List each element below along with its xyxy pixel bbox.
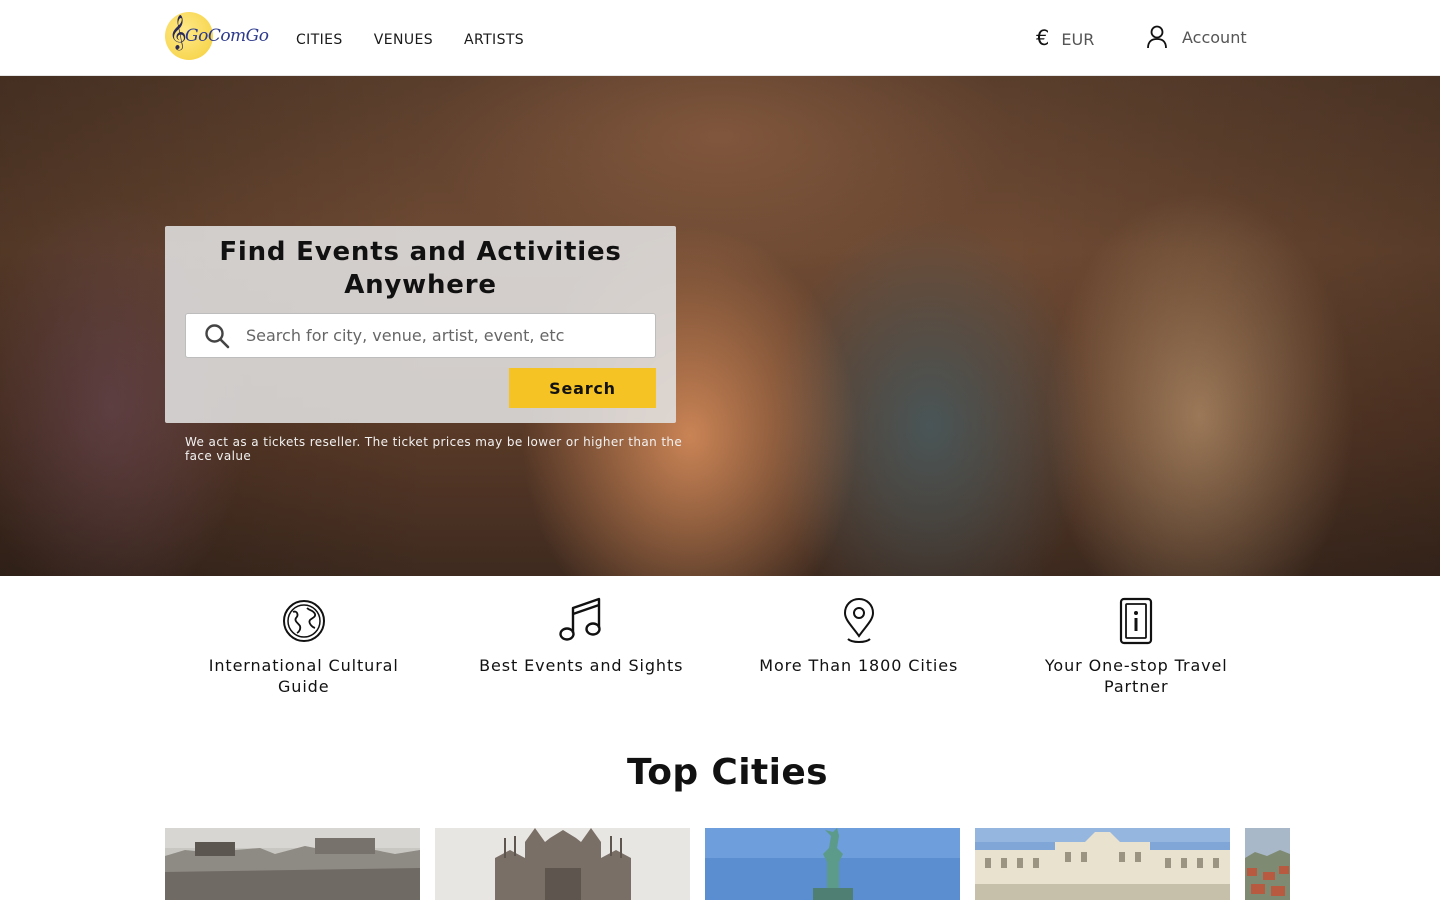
feature-item: More Than 1800 Cities [720, 596, 998, 697]
account-label: Account [1182, 27, 1247, 47]
search-icon [205, 323, 230, 348]
logo-text: GoComGo [185, 26, 269, 46]
city-card[interactable] [705, 828, 960, 900]
hero-title: Find Events and Activities Anywhere [219, 237, 622, 300]
feature-label: Your One-stop Travel Partner [1044, 656, 1228, 696]
ticket-icon [1120, 597, 1153, 645]
nav-venues[interactable]: VENUES [374, 32, 433, 48]
feature-label: Best Events and Sights [479, 656, 684, 675]
city-card[interactable] [435, 828, 690, 900]
feature-label: More Than 1800 Cities [759, 656, 959, 675]
music-note-icon [559, 597, 601, 641]
feature-item: Your One-stop Travel Partner [998, 596, 1276, 697]
top-cities-title: Top Cities [627, 752, 828, 793]
main-nav: CITIES VENUES ARTISTS [296, 32, 524, 48]
search-input[interactable] [246, 326, 646, 345]
account-button[interactable]: Account [1146, 25, 1247, 49]
globe-icon [282, 600, 325, 642]
currency-selector[interactable]: € EUR [1036, 26, 1094, 50]
site-header: 𝄞 GoComGo CITIES VENUES ARTISTS € EUR Ac… [0, 0, 1440, 76]
feature-label: International Cultural Guide [208, 656, 399, 696]
search-panel: Find Events and Activities Anywhere Sear… [165, 226, 676, 423]
features-row: International Cultural Guide Best Events… [165, 596, 1275, 697]
reseller-disclaimer: We act as a tickets reseller. The ticket… [185, 435, 683, 463]
city-image [165, 828, 420, 900]
top-cities-carousel [165, 828, 1290, 900]
logo[interactable]: 𝄞 GoComGo [165, 12, 269, 60]
city-image [435, 828, 690, 900]
search-button[interactable]: Search [509, 368, 656, 408]
city-image [705, 828, 960, 900]
city-card[interactable] [1245, 828, 1290, 900]
city-image [1245, 828, 1290, 900]
euro-icon: € [1036, 26, 1050, 50]
city-image [975, 828, 1230, 900]
currency-code: EUR [1061, 30, 1095, 49]
search-box[interactable] [185, 313, 656, 358]
feature-item: Best Events and Sights [443, 596, 721, 697]
city-card[interactable] [165, 828, 420, 900]
nav-artists[interactable]: ARTISTS [464, 32, 524, 48]
user-icon [1147, 25, 1167, 49]
nav-cities[interactable]: CITIES [296, 32, 343, 48]
feature-item: International Cultural Guide [165, 596, 443, 697]
map-pin-icon [843, 597, 874, 643]
hero-banner: Find Events and Activities Anywhere Sear… [0, 76, 1440, 576]
city-card[interactable] [975, 828, 1230, 900]
